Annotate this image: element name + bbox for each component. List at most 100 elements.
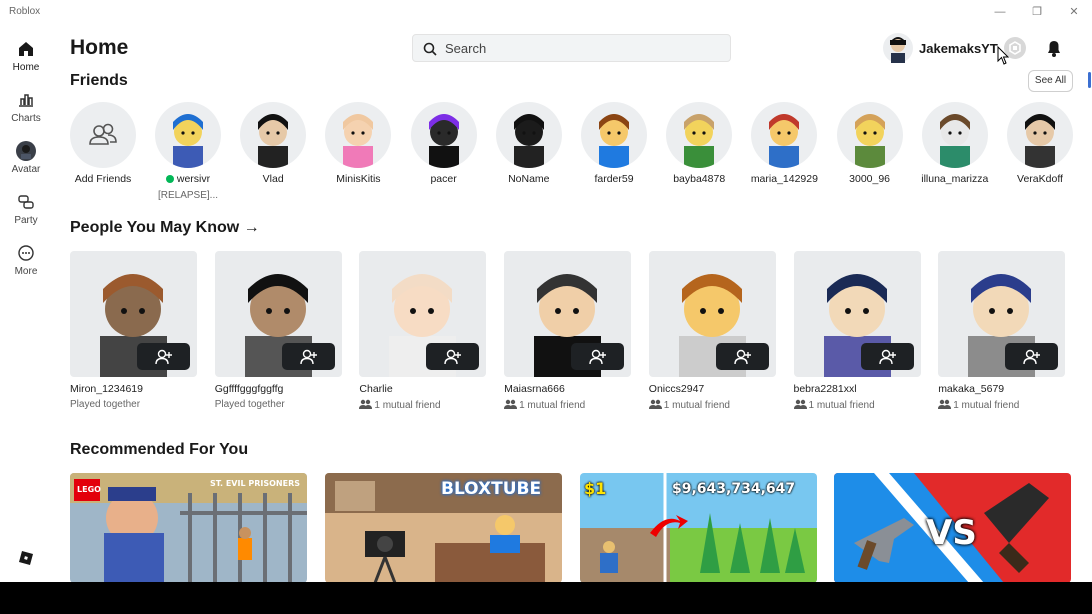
add-friend-button[interactable] bbox=[281, 343, 335, 370]
sidebar-item-party[interactable]: Party bbox=[0, 183, 52, 231]
friend-item[interactable]: pacer bbox=[402, 102, 486, 185]
sidebar-item-charts[interactable]: Charts bbox=[0, 81, 52, 129]
person-avatar-tile[interactable] bbox=[70, 251, 197, 377]
person-subtitle: Played together bbox=[214, 399, 285, 410]
friend-item[interactable]: Vlad bbox=[231, 102, 315, 185]
person-name[interactable]: Oniccs2947 bbox=[649, 383, 776, 395]
friend-item[interactable]: MinisKitis bbox=[316, 102, 400, 185]
person-name[interactable]: Maiasrna666 bbox=[504, 383, 631, 395]
friend-item[interactable]: illuna_marizza bbox=[913, 102, 997, 185]
person-subtitle: Played together bbox=[70, 399, 141, 410]
person-card: bebra2281xxl 1 mutual friend bbox=[793, 251, 921, 411]
mutual-friends-icon bbox=[938, 399, 952, 409]
sidebar-item-avatar[interactable]: Avatar bbox=[0, 132, 52, 180]
friend-name: maria_142929 bbox=[750, 173, 818, 185]
game-art-text: BLOXTUBE bbox=[441, 479, 542, 499]
person-subtitle: 1 mutual friend bbox=[648, 399, 776, 411]
search-bar[interactable] bbox=[412, 34, 731, 62]
people-title-text: People You May Know bbox=[70, 219, 240, 236]
more-icon bbox=[18, 245, 34, 261]
sidebar-item-more[interactable]: More bbox=[0, 234, 52, 282]
people-you-may-know-title[interactable]: People You May Know → bbox=[70, 219, 260, 237]
friend-item[interactable]: maria_142929 bbox=[742, 102, 826, 185]
friend-name: wersivr bbox=[146, 173, 230, 185]
user-avatar bbox=[883, 33, 913, 63]
game-tile-money[interactable]: $1 $9,643,734,647 bbox=[580, 473, 817, 582]
restore-button[interactable]: ❐ bbox=[1025, 3, 1049, 21]
friend-item[interactable]: farder59 bbox=[572, 102, 656, 185]
friend-name: farder59 bbox=[594, 173, 634, 185]
friend-item[interactable]: bayba4878 bbox=[657, 102, 741, 185]
friend-avatar bbox=[495, 102, 562, 168]
friend-item[interactable]: wersivr [RELAPSE]... bbox=[146, 102, 230, 201]
add-friend-button[interactable] bbox=[860, 343, 914, 370]
person-name[interactable]: makaka_5679 bbox=[938, 383, 1065, 395]
roblox-app-window: Roblox — ❐ ✕ Home Charts Avatar Party Mo… bbox=[0, 0, 1092, 582]
sidebar-item-label: Home bbox=[12, 62, 40, 73]
person-name[interactable]: Miron_1234619 bbox=[70, 383, 197, 395]
friend-item[interactable]: VeraKdoff bbox=[998, 102, 1082, 185]
mutual-friends-icon bbox=[648, 399, 662, 409]
person-avatar-tile[interactable] bbox=[938, 251, 1066, 377]
close-button[interactable]: ✕ bbox=[1062, 3, 1086, 21]
person-name[interactable]: Charlie bbox=[359, 383, 486, 395]
sidebar-item-label: Party bbox=[14, 215, 38, 226]
game-art-text: LEGO bbox=[77, 485, 101, 494]
recommended-title: Recommended For You bbox=[70, 441, 249, 458]
charts-icon bbox=[19, 94, 33, 107]
game-tile-bloxtube[interactable]: BLOXTUBE bbox=[325, 473, 562, 582]
person-name[interactable]: bebra2281xxl bbox=[794, 383, 921, 395]
person-name[interactable]: Ggffffgggfggffg bbox=[215, 383, 342, 395]
see-all-friends-button[interactable]: See All bbox=[1028, 70, 1073, 92]
game-thumbnail bbox=[70, 473, 307, 582]
add-friends-circle bbox=[70, 102, 136, 168]
friend-name: illuna_marizza bbox=[921, 173, 989, 185]
party-icon bbox=[18, 195, 34, 209]
online-status-dot bbox=[165, 175, 174, 183]
game-art-text: $1 bbox=[584, 479, 607, 498]
game-tile-prison[interactable]: LEGO ST. EVIL PRISONERS bbox=[70, 473, 307, 582]
sidebar-item-home[interactable]: Home bbox=[0, 30, 52, 78]
add-friend-icon bbox=[1023, 349, 1041, 365]
add-friend-button[interactable] bbox=[571, 343, 625, 370]
add-friends-label: Add Friends bbox=[74, 173, 132, 185]
game-art-text: VS bbox=[926, 513, 977, 553]
mutual-friends-icon bbox=[793, 399, 807, 409]
add-friend-button[interactable] bbox=[715, 343, 769, 370]
add-friend-icon bbox=[878, 349, 896, 365]
person-avatar-tile[interactable] bbox=[648, 251, 776, 377]
friend-status: [RELAPSE]... bbox=[157, 190, 219, 201]
person-avatar-tile[interactable] bbox=[214, 251, 342, 377]
person-card: Miron_1234619 Played together bbox=[70, 251, 197, 410]
arrow-right-icon: → bbox=[243, 219, 260, 236]
search-input[interactable] bbox=[445, 38, 725, 58]
add-friend-button[interactable] bbox=[1005, 343, 1059, 370]
friend-avatar bbox=[410, 102, 477, 168]
game-art-text-2: $9,643,734,647 bbox=[672, 481, 796, 497]
add-friends-button[interactable]: Add Friends bbox=[61, 102, 145, 185]
person-card: Maiasrna666 1 mutual friend bbox=[504, 251, 632, 411]
mutual-friends-icon bbox=[504, 399, 518, 409]
friend-name: Vlad bbox=[262, 173, 284, 185]
person-avatar-tile[interactable] bbox=[793, 251, 921, 377]
add-friend-button[interactable] bbox=[426, 343, 480, 370]
add-friend-button[interactable] bbox=[137, 343, 190, 370]
search-icon bbox=[423, 42, 437, 56]
friend-item[interactable]: NoName bbox=[487, 102, 571, 185]
person-avatar-tile[interactable] bbox=[359, 251, 487, 377]
friend-name: pacer bbox=[430, 173, 457, 185]
friend-name: MinisKitis bbox=[336, 173, 381, 185]
sidebar-item-label: Charts bbox=[11, 113, 41, 124]
roblox-logo-icon[interactable] bbox=[18, 550, 34, 566]
minimize-button[interactable]: — bbox=[988, 3, 1012, 21]
notifications-bell-icon[interactable] bbox=[1043, 37, 1065, 59]
friend-item[interactable]: 3000_96 bbox=[828, 102, 912, 185]
person-subtitle: 1 mutual friend bbox=[359, 399, 486, 411]
friend-name: VeraKdoff bbox=[1017, 173, 1063, 185]
friend-avatar bbox=[836, 102, 903, 168]
scrollbar-thumb[interactable] bbox=[1088, 72, 1091, 88]
person-avatar-tile[interactable] bbox=[504, 251, 632, 377]
home-icon bbox=[19, 42, 33, 56]
game-art-caption: ST. EVIL PRISONERS bbox=[210, 479, 300, 488]
game-tile-versus[interactable]: VS bbox=[834, 473, 1071, 582]
